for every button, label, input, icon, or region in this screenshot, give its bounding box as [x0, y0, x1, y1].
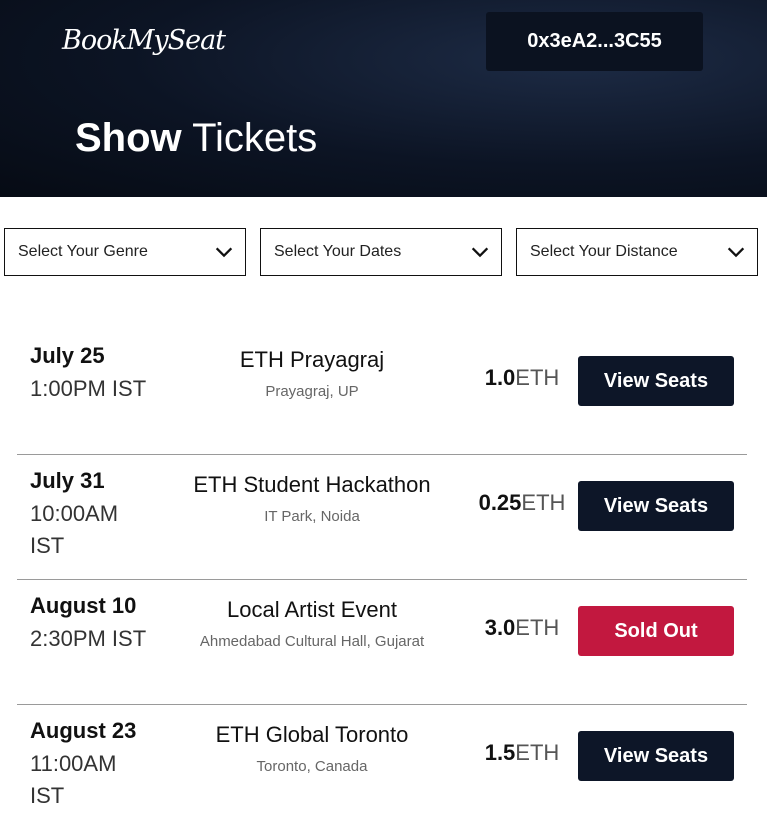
- event-info: ETH Student Hackathon IT Park, Noida: [177, 472, 447, 525]
- chevron-down-icon: [727, 247, 745, 258]
- view-seats-button[interactable]: View Seats: [578, 481, 734, 531]
- distance-select-label: Select Your Distance: [530, 243, 678, 260]
- event-day: August 23: [30, 718, 137, 743]
- dates-select[interactable]: Select Your Dates: [260, 228, 502, 276]
- genre-select-label: Select Your Genre: [18, 243, 148, 260]
- event-date: July 31 10:00AM IST: [30, 468, 180, 562]
- event-row: August 10 2:30PM IST Local Artist Event …: [17, 579, 747, 705]
- event-price: 1.0ETH: [462, 365, 582, 391]
- logo[interactable]: BookMySeat: [62, 25, 226, 56]
- view-seats-button[interactable]: View Seats: [578, 731, 734, 781]
- sold-out-button[interactable]: Sold Out: [578, 606, 734, 656]
- event-venue: IT Park, Noida: [264, 508, 360, 525]
- wallet-address-button[interactable]: 0x3eA2...3C55: [486, 12, 703, 71]
- event-name: ETH Student Hackathon: [193, 472, 431, 497]
- event-date: August 10 2:30PM IST: [30, 593, 180, 655]
- event-date: July 25 1:00PM IST: [30, 343, 180, 405]
- distance-select[interactable]: Select Your Distance: [516, 228, 758, 276]
- event-price: 1.5ETH: [462, 740, 582, 766]
- price-unit: ETH: [515, 740, 560, 765]
- event-time: 10:00AM IST: [30, 501, 119, 558]
- event-name: Local Artist Event: [227, 597, 397, 622]
- event-day: July 25: [30, 343, 105, 368]
- price-amount: 1.5: [484, 740, 516, 765]
- price-amount: 0.25: [478, 490, 522, 515]
- event-time: 11:00AM IST: [30, 751, 117, 808]
- price-amount: 1.0: [484, 365, 516, 390]
- event-venue: Prayagraj, UP: [265, 383, 359, 400]
- event-row: July 31 10:00AM IST ETH Student Hackatho…: [17, 454, 747, 580]
- chevron-down-icon: [215, 247, 233, 258]
- event-info: ETH Prayagraj Prayagraj, UP: [177, 347, 447, 400]
- event-info: Local Artist Event Ahmedabad Cultural Ha…: [177, 597, 447, 650]
- price-amount: 3.0: [484, 615, 516, 640]
- view-seats-button[interactable]: View Seats: [578, 356, 734, 406]
- price-unit: ETH: [515, 615, 560, 640]
- filter-bar: Select Your Genre Select Your Dates Sele…: [4, 228, 760, 278]
- event-venue: Toronto, Canada: [256, 758, 368, 775]
- chevron-down-icon: [471, 247, 489, 258]
- event-row: August 23 11:00AM IST ETH Global Toronto…: [17, 704, 747, 829]
- event-time: 1:00PM IST: [30, 376, 147, 401]
- genre-select[interactable]: Select Your Genre: [4, 228, 246, 276]
- event-price: 0.25ETH: [462, 490, 582, 516]
- page-title-light: Tickets: [192, 116, 318, 160]
- event-name: ETH Prayagraj: [239, 347, 385, 372]
- page-title: Show Tickets: [75, 116, 317, 161]
- event-venue: Ahmedabad Cultural Hall, Gujarat: [199, 633, 425, 650]
- event-day: July 31: [30, 468, 105, 493]
- page-title-bold: Show: [75, 116, 182, 160]
- event-date: August 23 11:00AM IST: [30, 718, 180, 812]
- event-info: ETH Global Toronto Toronto, Canada: [177, 722, 447, 775]
- event-name: ETH Global Toronto: [215, 722, 409, 747]
- dates-select-label: Select Your Dates: [274, 243, 402, 260]
- event-day: August 10: [30, 593, 137, 618]
- price-unit: ETH: [515, 365, 560, 390]
- event-price: 3.0ETH: [462, 615, 582, 641]
- hero-banner: BookMySeat 0x3eA2...3C55 Show Tickets: [0, 0, 767, 197]
- event-row: July 25 1:00PM IST ETH Prayagraj Prayagr…: [17, 329, 747, 455]
- event-time: 2:30PM IST: [30, 626, 147, 651]
- price-unit: ETH: [521, 490, 566, 515]
